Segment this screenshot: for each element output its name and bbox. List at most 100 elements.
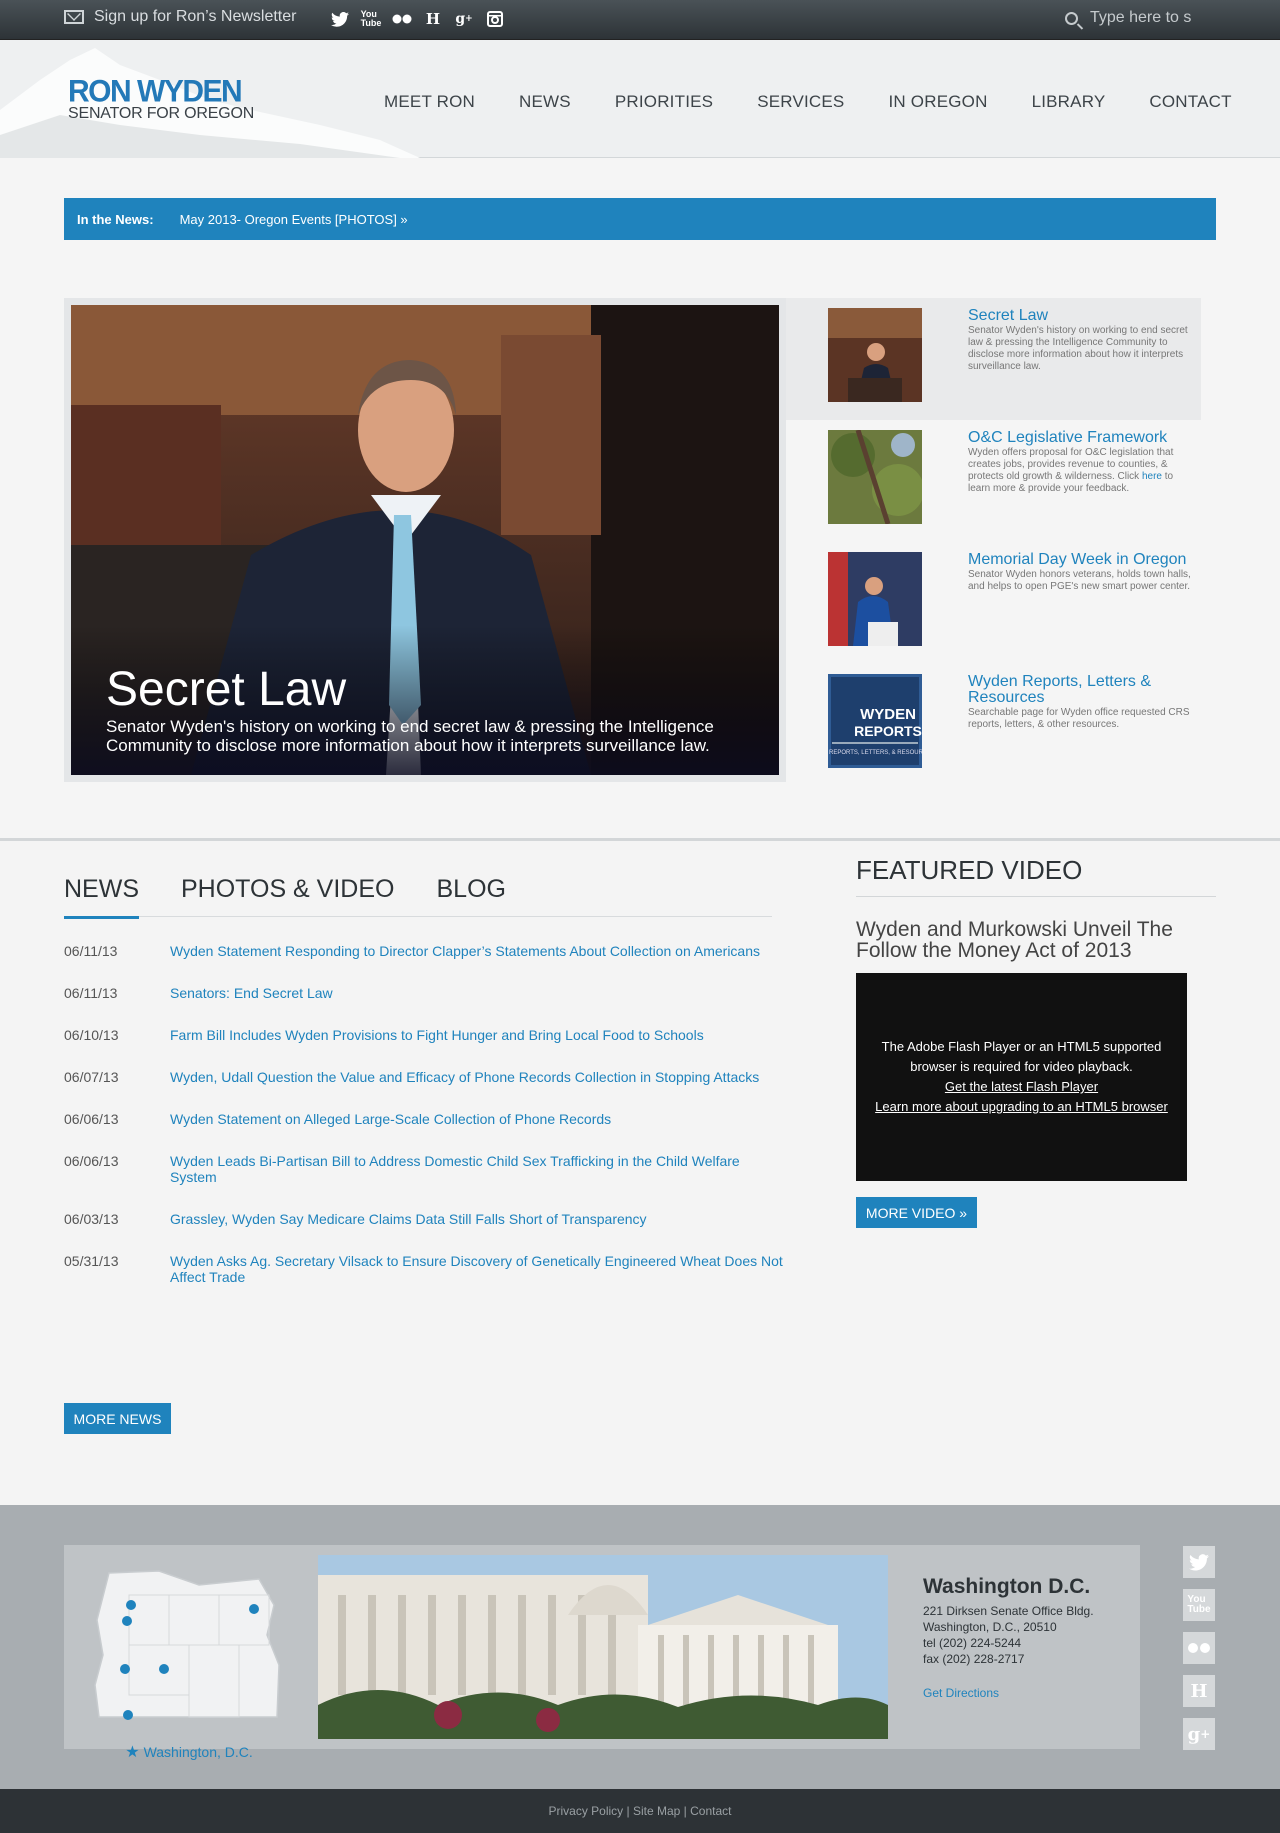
thumbnail-image: WYDENREPORTS CRS REPORTS, LETTERS, & RESO… <box>828 674 922 768</box>
slider-item[interactable]: Secret Law Senator Wyden's history on wo… <box>786 298 1201 420</box>
thumbnail-image <box>828 308 922 402</box>
site-footer: ★ Washington, D.C. Washington D.C. 221 D… <box>0 1505 1280 1789</box>
flickr-icon[interactable] <box>1183 1632 1215 1664</box>
news-date: 06/10/13 <box>64 1027 119 1043</box>
address-line-2: Washington, D.C., 20510 <box>923 1620 1057 1634</box>
more-video-button[interactable]: MORE VIDEO » <box>856 1197 977 1228</box>
slider-item-desc: Senator Wyden's history on working to en… <box>968 325 1188 372</box>
oregon-map[interactable]: ★ Washington, D.C. <box>89 1565 289 1762</box>
featured-video-heading: FEATURED VIDEO <box>856 855 1216 897</box>
search-box[interactable]: Type here to s <box>1065 9 1191 27</box>
news-headline[interactable]: Wyden Leads Bi-Partisan Bill to Address … <box>170 1153 784 1185</box>
nav-in-oregon[interactable]: IN OREGON <box>888 92 987 112</box>
here-link[interactable]: here <box>1142 471 1162 482</box>
news-headline[interactable]: Grassley, Wyden Say Medicare Claims Data… <box>170 1211 647 1227</box>
houzz-icon[interactable]: H <box>423 8 443 30</box>
flickr-icon[interactable] <box>392 8 412 30</box>
news-date: 06/11/13 <box>64 985 118 1001</box>
news-date: 06/03/13 <box>64 1211 119 1227</box>
nav-contact[interactable]: CONTACT <box>1149 92 1231 112</box>
news-headline[interactable]: Wyden Asks Ag. Secretary Vilsack to Ensu… <box>170 1253 784 1285</box>
content-tabs: NEWS PHOTOS & VIDEO BLOG <box>64 875 772 919</box>
slider-item[interactable]: O&C Legislative Framework Wyden offers p… <box>786 420 1201 542</box>
thumbnail-image <box>828 430 922 524</box>
featured-video-title[interactable]: Wyden and Murkowski Unveil The Follow th… <box>856 919 1216 961</box>
slider-item-title[interactable]: Wyden Reports, Letters & Resources <box>968 674 1193 706</box>
news-date: 06/11/13 <box>64 943 118 959</box>
more-news-button[interactable]: MORE NEWS <box>64 1403 171 1434</box>
search-icon <box>1065 11 1078 25</box>
ticker-link[interactable]: May 2013- Oregon Events [PHOTOS] » <box>180 212 408 227</box>
site-logo-subtitle: SENATOR FOR OREGON <box>68 105 255 122</box>
search-input[interactable]: Type here to s <box>1090 9 1191 27</box>
tab-blog[interactable]: BLOG <box>436 875 505 917</box>
youtube-icon[interactable]: You Tube <box>1183 1589 1215 1621</box>
office-box: ★ Washington, D.C. Washington D.C. 221 D… <box>64 1545 1140 1761</box>
content-section: NEWS PHOTOS & VIDEO BLOG 06/11/13 Wyden S… <box>0 841 1280 1505</box>
instagram-icon[interactable] <box>485 8 505 30</box>
news-ticker: In the News: May 2013- Oregon Events [PH… <box>64 198 1216 240</box>
newsletter-label: Sign up for Ron’s Newsletter <box>94 8 297 25</box>
hero-description: Senator Wyden's history on working to en… <box>106 717 714 755</box>
html5-upgrade-link[interactable]: Learn more about upgrading to an HTML5 b… <box>856 1097 1187 1117</box>
map-label[interactable]: Washington, D.C. <box>144 1744 253 1760</box>
ticker-label: In the News: <box>77 211 154 227</box>
news-row: 06/10/13 Farm Bill Includes Wyden Provisi… <box>64 1027 784 1043</box>
news-headline[interactable]: Wyden Statement Responding to Director C… <box>170 943 760 959</box>
slider-item-desc: Searchable page for Wyden office request… <box>968 707 1190 730</box>
news-date: 06/06/13 <box>64 1111 119 1127</box>
google-plus-icon[interactable]: g + <box>1183 1718 1215 1750</box>
newsletter-link[interactable]: Sign up for Ron’s Newsletter <box>64 8 296 26</box>
star-icon: ★ <box>125 1744 140 1761</box>
privacy-policy-link[interactable]: Privacy Policy <box>549 1804 624 1818</box>
slider-item-title[interactable]: Secret Law <box>968 308 1193 324</box>
bottom-bar: Privacy Policy | Site Map | Contact <box>0 1789 1280 1833</box>
news-row: 06/06/13 Wyden Leads Bi-Partisan Bill to … <box>64 1153 784 1185</box>
site-map-link[interactable]: Site Map <box>633 1804 680 1818</box>
contact-link[interactable]: Contact <box>690 1804 731 1818</box>
slider-item-title[interactable]: Memorial Day Week in Oregon <box>968 552 1193 568</box>
social-links: You Tube H g + <box>330 8 505 30</box>
address-line-1: 221 Dirksen Senate Office Bldg. <box>923 1604 1094 1618</box>
hero-title[interactable]: Secret Law <box>106 663 746 717</box>
main-nav: MEET RON NEWS PRIORITIES SERVICES IN ORE… <box>384 92 1276 112</box>
youtube-icon[interactable]: You Tube <box>361 8 382 30</box>
capitol-image <box>318 1555 888 1739</box>
slider-item[interactable]: WYDENREPORTS CRS REPORTS, LETTERS, & RESO… <box>786 664 1201 786</box>
google-plus-icon[interactable]: g + <box>454 8 474 30</box>
nav-library[interactable]: LIBRARY <box>1032 92 1106 112</box>
nav-priorities[interactable]: PRIORITIES <box>615 92 713 112</box>
office-address: Washington D.C. 221 Dirksen Senate Offic… <box>923 1575 1094 1701</box>
footer-social: You Tube H g + <box>1183 1546 1215 1750</box>
phone: tel (202) 224-5244 <box>923 1636 1022 1650</box>
news-headline[interactable]: Senators: End Secret Law <box>170 985 333 1001</box>
tab-photos-video[interactable]: PHOTOS & VIDEO <box>181 875 394 917</box>
tab-news[interactable]: NEWS <box>64 875 139 919</box>
video-player[interactable]: The Adobe Flash Player or an HTML5 suppo… <box>856 973 1187 1181</box>
news-headline[interactable]: Wyden Statement on Alleged Large-Scale C… <box>170 1111 611 1127</box>
nav-services[interactable]: SERVICES <box>757 92 844 112</box>
office-name: Washington D.C. <box>923 1575 1091 1598</box>
news-headline[interactable]: Farm Bill Includes Wyden Provisions to F… <box>170 1027 704 1043</box>
news-headline[interactable]: Wyden, Udall Question the Value and Effi… <box>170 1069 759 1085</box>
flash-player-link[interactable]: Get the latest Flash Player <box>856 1077 1187 1097</box>
twitter-icon[interactable] <box>330 8 350 30</box>
featured-video: FEATURED VIDEO Wyden and Murkowski Unvei… <box>856 855 1216 1228</box>
houzz-icon[interactable]: H <box>1183 1675 1215 1707</box>
hero-image[interactable]: Secret Law Senator Wyden's history on wo… <box>71 305 779 775</box>
separator: | <box>680 1804 691 1818</box>
news-row: 05/31/13 Wyden Asks Ag. Secretary Vilsack… <box>64 1253 784 1285</box>
separator: | <box>623 1804 633 1818</box>
site-header: RON WYDEN SENATOR FOR OREGON MEET RON NE… <box>0 40 1280 158</box>
news-row: 06/11/13 Senators: End Secret Law <box>64 985 784 1001</box>
nav-news[interactable]: NEWS <box>519 92 571 112</box>
twitter-icon[interactable] <box>1183 1546 1215 1578</box>
top-bar: Sign up for Ron’s Newsletter You Tube H g… <box>0 0 1280 40</box>
get-directions-link[interactable]: Get Directions <box>923 1685 1094 1701</box>
news-date: 05/31/13 <box>64 1253 119 1269</box>
nav-meet-ron[interactable]: MEET RON <box>384 92 475 112</box>
thumbnail-image <box>828 552 922 646</box>
fax: fax (202) 228-2717 <box>923 1652 1025 1666</box>
slider-item[interactable]: Memorial Day Week in Oregon Senator Wyde… <box>786 542 1201 664</box>
slider-item-title[interactable]: O&C Legislative Framework <box>968 430 1193 446</box>
